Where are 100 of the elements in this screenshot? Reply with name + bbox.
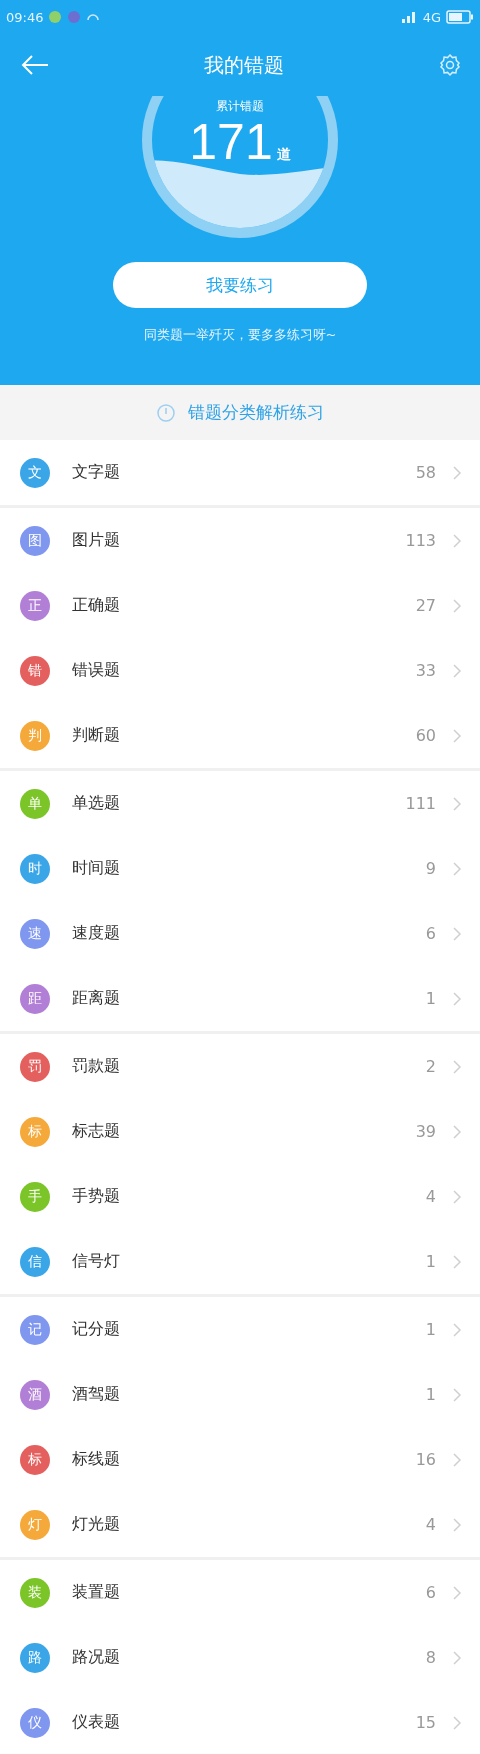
category-badge: 距 (20, 983, 50, 1014)
category-count: 16 (415, 1450, 436, 1469)
category-label: 装置题 (72, 1582, 121, 1603)
app-notification-icon (48, 10, 63, 24)
category-badge: 标 (20, 1116, 50, 1147)
chevron-icon (452, 925, 462, 942)
category-count: 2 (425, 1057, 436, 1076)
chevron-icon (452, 1188, 462, 1205)
category-count: 4 (425, 1515, 436, 1534)
chevron-icon (452, 1321, 462, 1338)
chevron-icon (452, 795, 462, 812)
encouragement-text: 同类题一举歼灭，要多多练习呀~ (143, 326, 337, 344)
category-label: 单选题 (72, 793, 121, 814)
clock-icon (156, 402, 176, 423)
category-row[interactable]: 错 错误题 33 (0, 638, 480, 703)
category-label: 速度题 (72, 923, 121, 944)
category-badge: 图 (20, 525, 50, 556)
category-count: 111 (405, 794, 436, 813)
category-badge: 信 (20, 1246, 50, 1277)
category-label: 距离题 (72, 988, 121, 1009)
battery-icon (446, 10, 474, 24)
category-count: 9 (425, 859, 436, 878)
category-row[interactable]: 时 时间题 9 (0, 836, 480, 901)
category-row[interactable]: 装 装置题 6 (0, 1560, 480, 1625)
category-row[interactable]: 距 距离题 1 (0, 966, 480, 1031)
category-label: 时间题 (72, 858, 121, 879)
chevron-icon (452, 532, 462, 549)
category-label: 灯光题 (72, 1514, 121, 1535)
category-count: 39 (415, 1122, 436, 1141)
chevron-icon (452, 860, 462, 877)
chevron-icon (452, 662, 462, 679)
category-count: 60 (415, 726, 436, 745)
chevron-icon (452, 597, 462, 614)
category-row[interactable]: 记 记分题 1 (0, 1297, 480, 1362)
chevron-icon (452, 1451, 462, 1468)
category-label: 正确题 (72, 595, 121, 616)
app-notification-icon (67, 10, 82, 24)
category-row[interactable]: 手 手势题 4 (0, 1164, 480, 1229)
category-label: 标线题 (72, 1449, 121, 1470)
category-row[interactable]: 路 路况题 8 (0, 1625, 480, 1690)
category-count: 6 (425, 1583, 436, 1602)
back-icon[interactable] (20, 54, 50, 76)
category-row[interactable]: 仪 仪表题 15 (0, 1690, 480, 1754)
category-badge: 手 (20, 1181, 50, 1212)
category-count: 113 (405, 531, 436, 550)
chevron-icon (452, 464, 462, 481)
category-label: 标志题 (72, 1121, 121, 1142)
category-row[interactable]: 正 正确题 27 (0, 573, 480, 638)
category-row[interactable]: 酒 酒驾题 1 (0, 1362, 480, 1427)
category-badge: 罚 (20, 1051, 50, 1082)
category-row[interactable]: 图 图片题 113 (0, 508, 480, 573)
category-row[interactable]: 灯 灯光题 4 (0, 1492, 480, 1557)
signal-icon (399, 11, 418, 23)
section-title: 错题分类解析练习 (188, 401, 324, 424)
category-label: 仪表题 (72, 1712, 121, 1733)
category-count: 6 (425, 924, 436, 943)
status-time: 09:46 (6, 9, 44, 25)
category-row[interactable]: 标 标志题 39 (0, 1099, 480, 1164)
category-count: 27 (415, 596, 436, 615)
category-row[interactable]: 信 信号灯 1 (0, 1229, 480, 1294)
chevron-icon (452, 1123, 462, 1140)
category-label: 手势题 (72, 1186, 121, 1207)
category-label: 记分题 (72, 1319, 121, 1340)
category-badge: 路 (20, 1642, 50, 1673)
category-count: 1 (425, 1385, 436, 1404)
settings-icon[interactable] (438, 53, 462, 77)
category-badge: 装 (20, 1577, 50, 1608)
count-unit: 道 (276, 146, 291, 164)
category-count: 1 (425, 1252, 436, 1271)
category-label: 酒驾题 (72, 1384, 121, 1405)
category-badge: 酒 (20, 1379, 50, 1410)
category-label: 路况题 (72, 1647, 121, 1668)
chevron-icon (452, 1584, 462, 1601)
category-count: 33 (415, 661, 436, 680)
category-row[interactable]: 判 判断题 60 (0, 703, 480, 768)
chevron-icon (452, 1386, 462, 1403)
chevron-icon (452, 1516, 462, 1533)
category-badge: 时 (20, 853, 50, 884)
category-count: 4 (425, 1187, 436, 1206)
category-count: 1 (425, 1320, 436, 1339)
category-row[interactable]: 速 速度题 6 (0, 901, 480, 966)
category-label: 罚款题 (72, 1056, 121, 1077)
category-badge: 标 (20, 1444, 50, 1475)
category-badge: 文 (20, 457, 50, 488)
chevron-icon (452, 1649, 462, 1666)
category-badge: 速 (20, 918, 50, 949)
category-row[interactable]: 罚 罚款题 2 (0, 1034, 480, 1099)
category-badge: 灯 (20, 1509, 50, 1540)
error-count: 171 (189, 116, 273, 168)
category-row[interactable]: 单 单选题 111 (0, 771, 480, 836)
category-label: 错误题 (72, 660, 121, 681)
category-badge: 仪 (20, 1707, 50, 1738)
chevron-icon (452, 727, 462, 744)
category-badge: 错 (20, 655, 50, 686)
category-row[interactable]: 标 标线题 16 (0, 1427, 480, 1492)
category-row[interactable]: 文 文字题 58 (0, 440, 480, 505)
category-label: 图片题 (72, 530, 121, 551)
category-badge: 记 (20, 1314, 50, 1345)
chevron-icon (452, 1253, 462, 1270)
network-type: 4G (422, 9, 441, 25)
